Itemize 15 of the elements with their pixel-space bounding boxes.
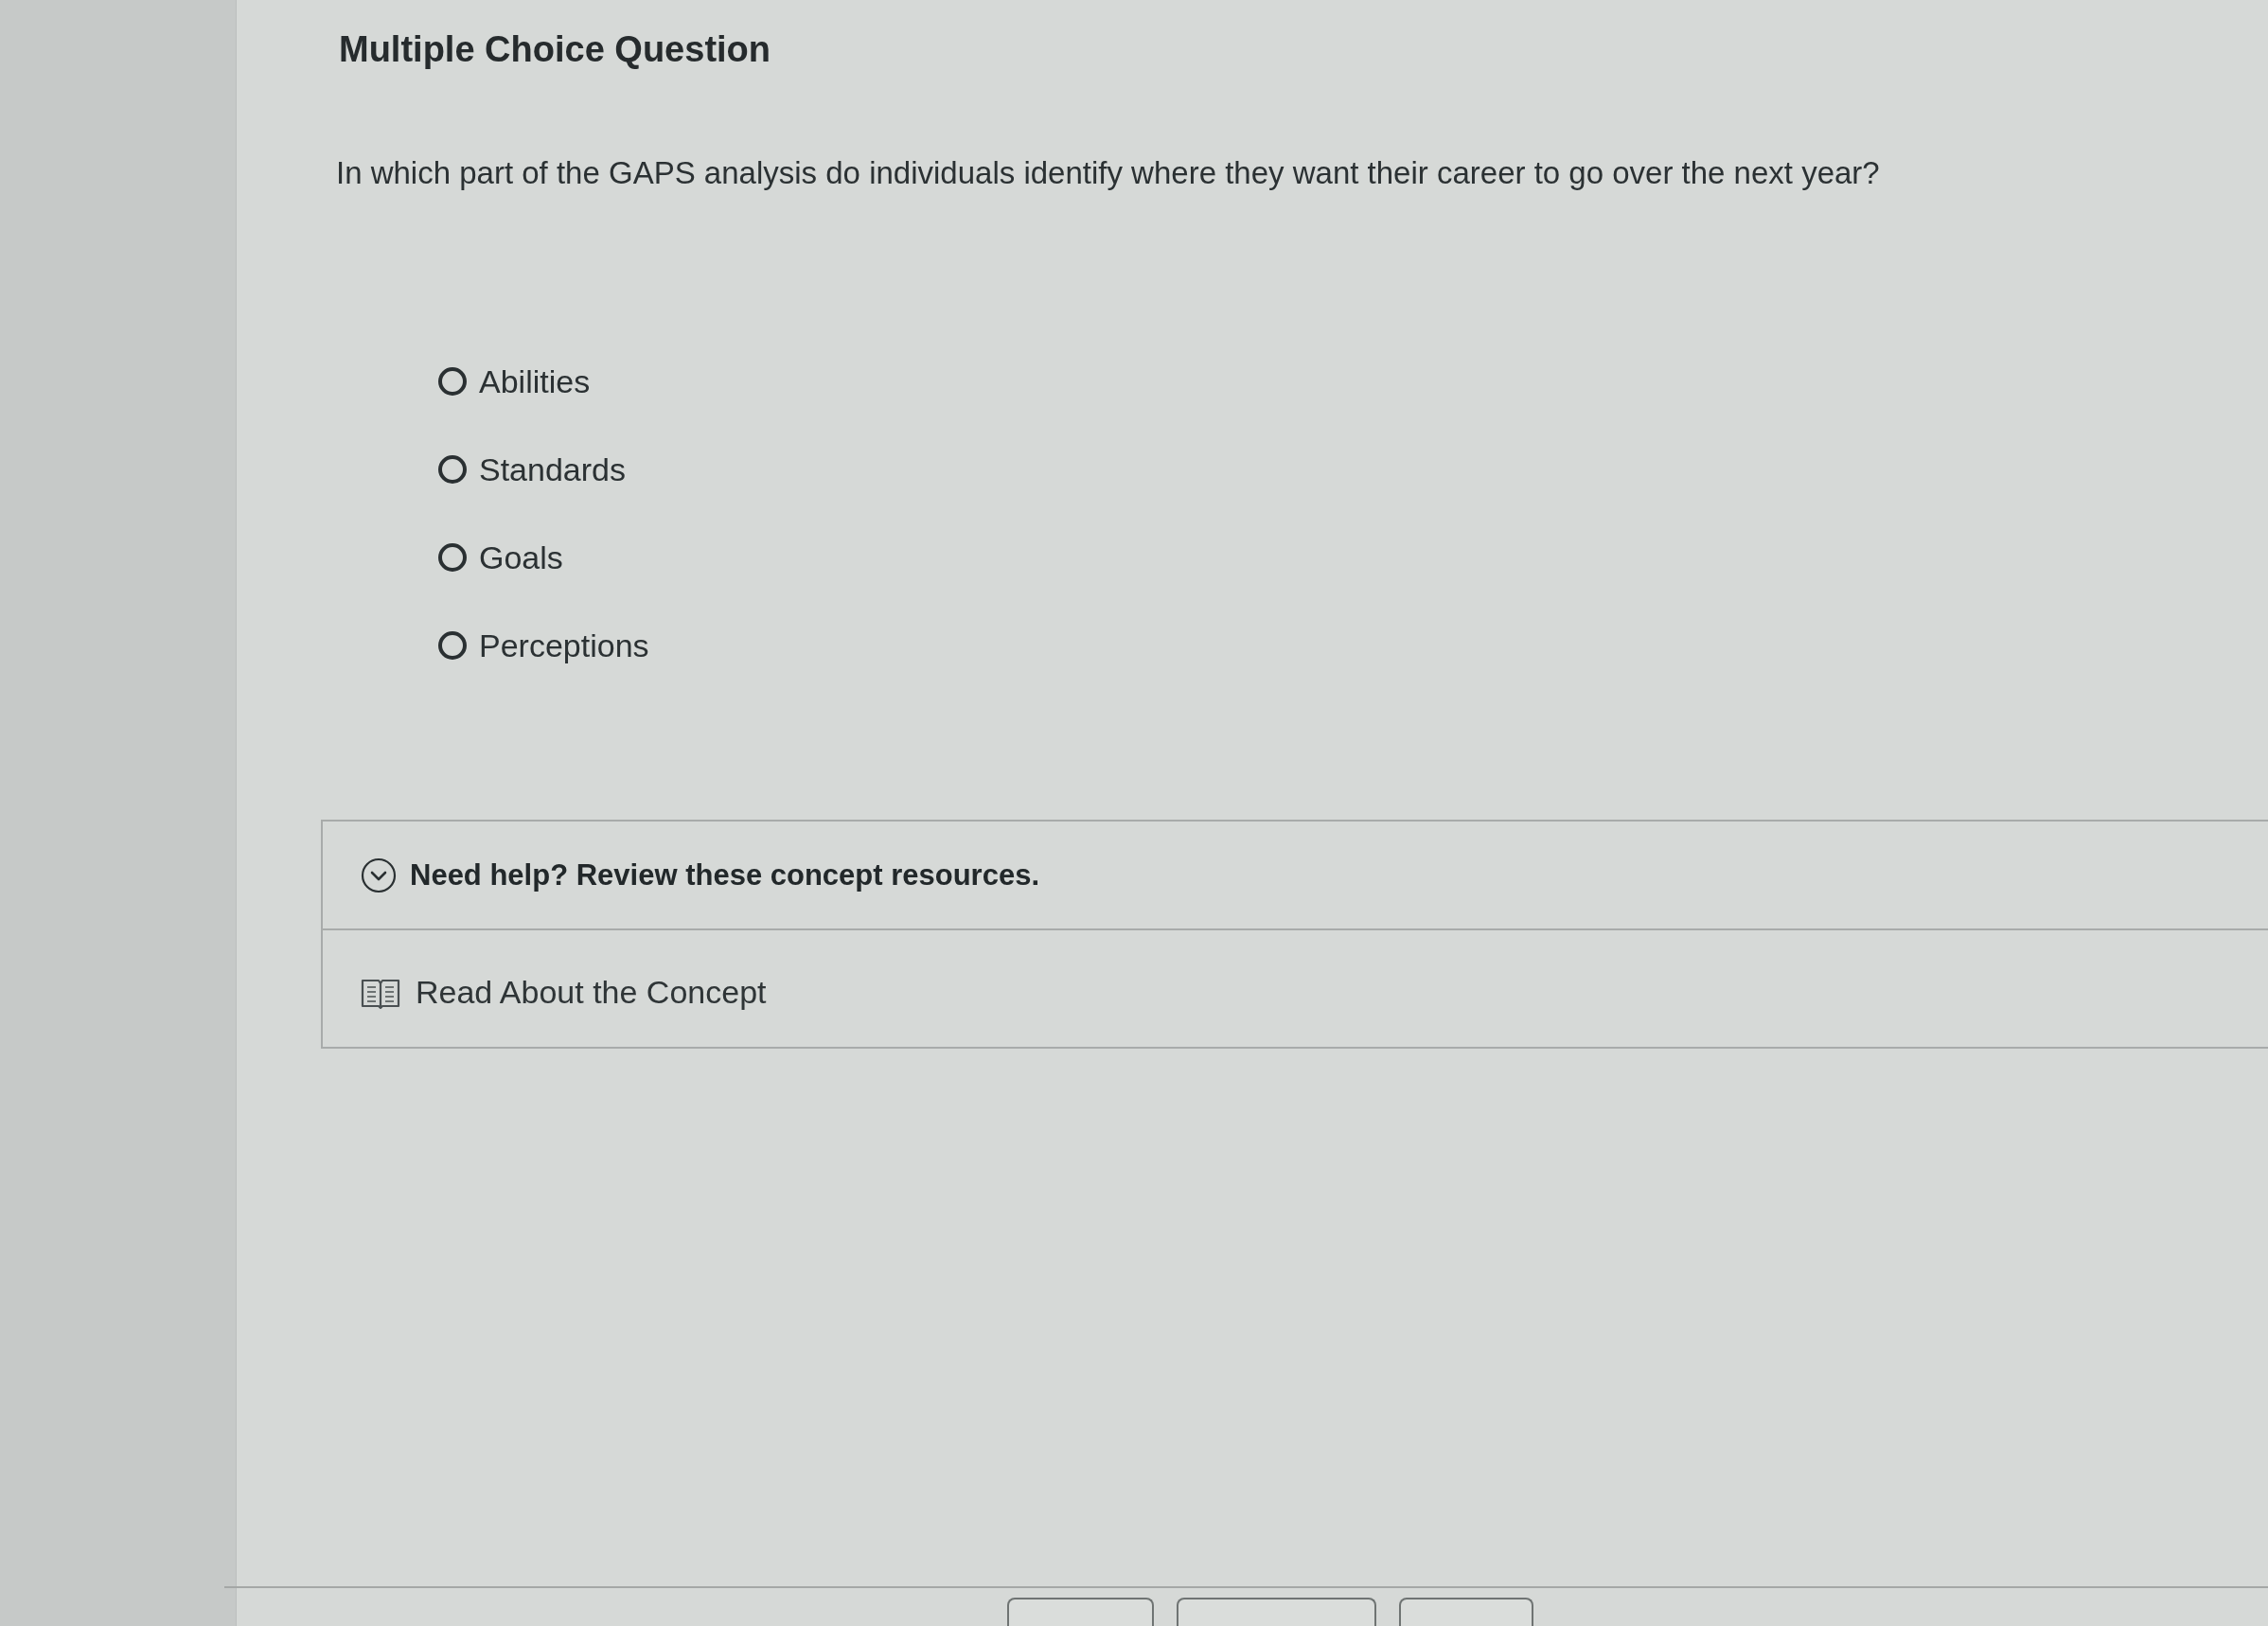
radio-button[interactable] xyxy=(438,543,467,572)
radio-button[interactable] xyxy=(438,455,467,484)
option-label: Goals xyxy=(479,539,563,577)
help-toggle[interactable]: Need help? Review these concept resources. xyxy=(323,822,1040,928)
footer-button[interactable] xyxy=(1007,1598,1154,1626)
question-text: In which part of the GAPS analysis do individuals identify where they want their career to go over the next year? xyxy=(336,154,1880,192)
option-label: Standards xyxy=(479,451,626,489)
question-heading: Multiple Choice Question xyxy=(339,28,771,71)
footer-button[interactable] xyxy=(1399,1598,1533,1626)
radio-button[interactable] xyxy=(438,367,467,396)
option-label: Perceptions xyxy=(479,627,649,665)
footer-button[interactable] xyxy=(1177,1598,1376,1626)
radio-button[interactable] xyxy=(438,631,467,660)
option-label: Abilities xyxy=(479,362,591,401)
concept-link[interactable]: Read About the Concept xyxy=(361,974,767,1011)
